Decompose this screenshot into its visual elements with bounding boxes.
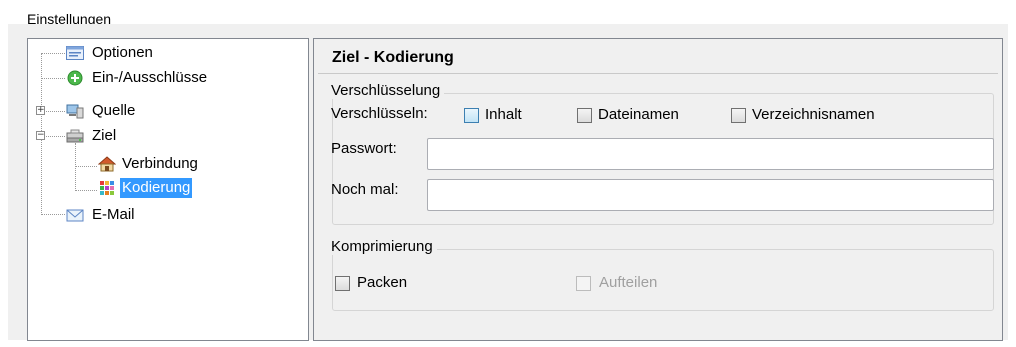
collapse-ziel-toggle[interactable]: − bbox=[36, 131, 45, 140]
tree-line bbox=[41, 78, 65, 79]
tree-item-label: Kodierung bbox=[120, 178, 193, 198]
tree-line bbox=[75, 143, 76, 191]
options-icon bbox=[66, 45, 84, 61]
encrypt-dirnames-checkbox[interactable] bbox=[731, 108, 746, 123]
split-label: Aufteilen bbox=[599, 274, 658, 291]
tree-line bbox=[75, 190, 97, 191]
colored-grid-icon bbox=[98, 180, 116, 196]
expand-quelle-toggle[interactable]: + bbox=[36, 106, 45, 115]
settings-tree[interactable]: Optionen Ein-/Ausschlüsse + Quelle − Zie… bbox=[27, 38, 309, 341]
pack-checkbox[interactable] bbox=[335, 276, 350, 291]
password-input[interactable] bbox=[427, 138, 994, 170]
computer-icon bbox=[66, 103, 84, 119]
compression-group: Komprimierung Packen Aufteilen bbox=[331, 238, 994, 311]
encrypt-content-checkbox[interactable] bbox=[464, 108, 479, 123]
encrypt-label: Verschlüsseln: bbox=[331, 105, 428, 122]
compression-legend: Komprimierung bbox=[331, 238, 437, 255]
tree-item-label: Ziel bbox=[92, 127, 117, 144]
encryption-legend: Verschlüsselung bbox=[331, 82, 445, 99]
tree-line bbox=[75, 166, 97, 167]
envelope-icon bbox=[66, 207, 84, 223]
pack-label: Packen bbox=[357, 274, 408, 291]
encrypt-filenames-checkbox[interactable] bbox=[577, 108, 592, 123]
encrypt-content-label: Inhalt bbox=[485, 106, 522, 123]
server-icon bbox=[66, 128, 84, 144]
encryption-group: Verschlüsselung Verschlüsseln: Inhalt Da… bbox=[331, 82, 994, 225]
tree-line bbox=[46, 111, 65, 112]
tree-item-label: Quelle bbox=[92, 102, 136, 119]
repeat-password-input[interactable] bbox=[427, 179, 994, 211]
encrypt-filenames-label: Dateinamen bbox=[598, 106, 679, 123]
split-checkbox[interactable] bbox=[576, 276, 591, 291]
tree-item-label: Ein-/Ausschlüsse bbox=[92, 69, 208, 86]
encrypt-dirnames-label: Verzeichnisnamen bbox=[752, 106, 875, 123]
password-label: Passwort: bbox=[331, 140, 397, 157]
panel-divider bbox=[318, 73, 998, 74]
tree-line bbox=[41, 214, 65, 215]
tree-line bbox=[46, 136, 65, 137]
house-icon bbox=[97, 156, 117, 172]
encoding-panel: Ziel - Kodierung Verschlüsselung Verschl… bbox=[313, 38, 1003, 341]
repeat-password-label: Noch mal: bbox=[331, 181, 399, 198]
tree-item-label: Optionen bbox=[92, 44, 153, 61]
green-plus-icon bbox=[66, 70, 84, 86]
panel-title: Ziel - Kodierung bbox=[332, 49, 454, 66]
tree-item-label: Verbindung bbox=[122, 155, 198, 172]
tree-item-label: E-Mail bbox=[92, 206, 135, 223]
tree-line bbox=[41, 53, 65, 54]
